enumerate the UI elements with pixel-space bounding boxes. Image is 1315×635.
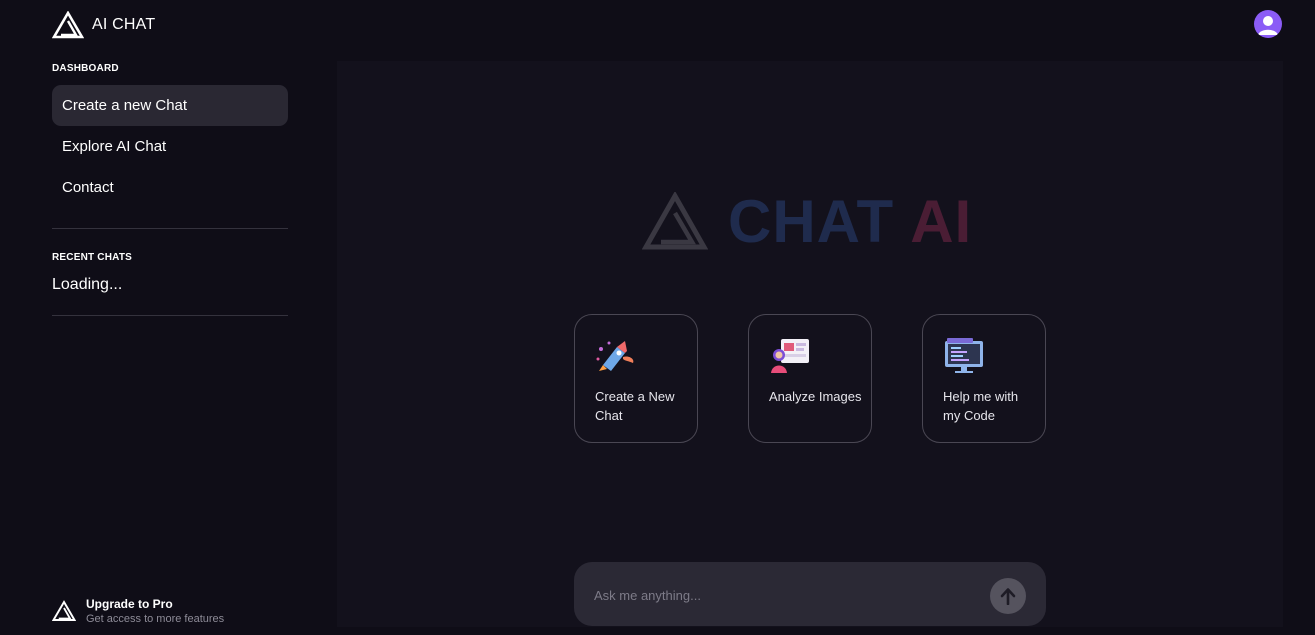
card-create-new-chat[interactable]: Create a New Chat: [574, 314, 698, 443]
sidebar-item-create-chat[interactable]: Create a new Chat: [52, 85, 288, 126]
hero-word-chat: CHAT: [728, 188, 895, 255]
user-avatar[interactable]: [1254, 10, 1282, 38]
sidebar-item-contact[interactable]: Contact: [52, 167, 288, 208]
sidebar-divider: [52, 228, 288, 229]
upgrade-subtitle: Get access to more features: [86, 613, 225, 625]
sidebar-item-label: Contact: [62, 179, 114, 196]
recent-chats-section-label: RECENT CHATS: [52, 252, 132, 263]
dashboard-section-label: DASHBOARD: [52, 63, 119, 74]
rocket-illustration-icon: [596, 341, 634, 371]
image-analysis-illustration-icon: [771, 339, 809, 373]
sidebar-item-explore[interactable]: Explore AI Chat: [52, 126, 288, 167]
arrow-up-icon: [1000, 588, 1016, 605]
triangle-logo-icon: [642, 192, 708, 250]
card-analyze-images[interactable]: Analyze Images: [748, 314, 872, 443]
code-monitor-illustration-icon: [945, 338, 983, 373]
chat-input[interactable]: [594, 584, 974, 606]
upgrade-texts: Upgrade to Pro Get access to more featur…: [86, 597, 224, 627]
card-label: Analyze Images: [769, 389, 862, 404]
recent-chats-status: Loading...: [52, 276, 123, 293]
chat-composer: [574, 562, 1046, 626]
upgrade-to-pro[interactable]: Upgrade to Pro Get access to more featur…: [52, 597, 224, 627]
upgrade-title: Upgrade to Pro: [86, 597, 173, 611]
sidebar-divider: [52, 315, 288, 316]
user-avatar-icon: [1258, 16, 1278, 35]
triangle-logo-icon: [52, 600, 76, 621]
card-label: Help me with my Code: [943, 389, 1019, 423]
card-label: Create a New Chat: [595, 389, 675, 423]
card-help-with-code[interactable]: Help me with my Code: [922, 314, 1046, 443]
sidebar: DASHBOARD Create a new Chat Explore AI C…: [52, 0, 288, 635]
hero-word-ai: AI: [910, 188, 973, 255]
send-button[interactable]: [990, 578, 1026, 614]
sidebar-item-label: Explore AI Chat: [62, 138, 167, 155]
main-panel: CHAT AI Create a New Chat Analyze Images…: [337, 61, 1283, 627]
hero-logo: CHAT AI: [642, 191, 972, 253]
sidebar-item-label: Create a new Chat: [62, 97, 188, 114]
app-root: AI CHAT DASHBOARD Create a new Chat Expl…: [0, 0, 1315, 635]
